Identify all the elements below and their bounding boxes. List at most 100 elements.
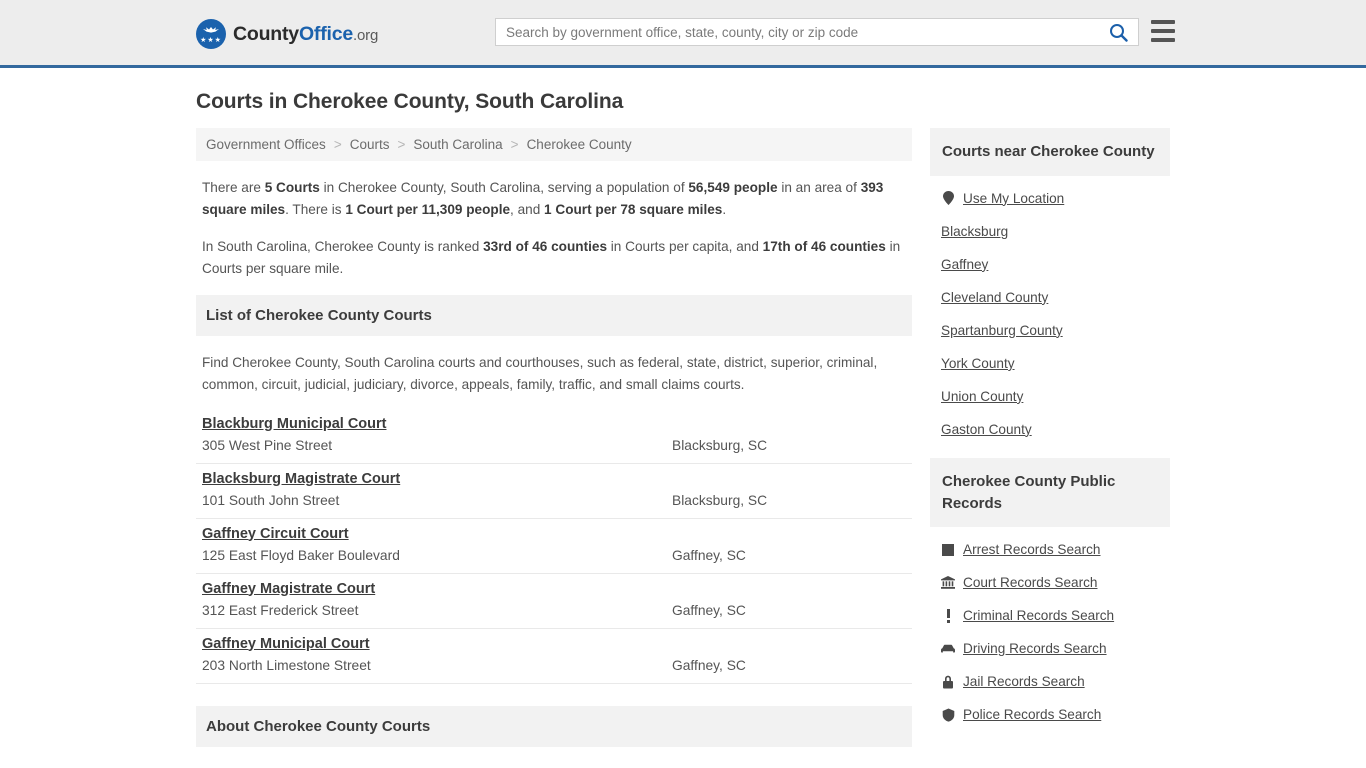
sidebar: Courts near Cherokee County Use My Locat… bbox=[930, 128, 1170, 731]
court-address: 101 South John Street bbox=[202, 492, 340, 508]
stats-text: In South Carolina, Cherokee County is ra… bbox=[202, 238, 484, 254]
hamburger-bar-2 bbox=[1151, 29, 1175, 33]
stats-court-count: 5 Courts bbox=[264, 180, 320, 195]
sidebar-item-york-county[interactable]: York County bbox=[930, 347, 1170, 380]
sidebar-link-label[interactable]: Cleveland County bbox=[941, 290, 1048, 305]
sidebar-link-label[interactable]: Jail Records Search bbox=[963, 674, 1085, 689]
sidebar-item-union-county[interactable]: Union County bbox=[930, 380, 1170, 413]
public-records-list: Arrest Records Search Court Records Sear… bbox=[930, 527, 1170, 731]
stats-rank-per-area: 17th of 46 counties bbox=[762, 238, 886, 254]
county-statistics: There are 5 Courts in Cherokee County, S… bbox=[202, 177, 912, 281]
exclamation-icon bbox=[941, 608, 955, 623]
car-icon bbox=[941, 642, 955, 656]
sidebar-link-label[interactable]: Arrest Records Search bbox=[963, 542, 1101, 557]
court-list-item[interactable]: Gaffney Circuit Court 125 East Floyd Bak… bbox=[196, 519, 912, 574]
sidebar-link-label[interactable]: Police Records Search bbox=[963, 707, 1101, 722]
logo-text-county: County bbox=[233, 22, 299, 45]
search-button[interactable] bbox=[1098, 19, 1138, 45]
breadcrumb-separator: > bbox=[397, 137, 406, 152]
stats-paragraph-1: There are 5 Courts in Cherokee County, S… bbox=[202, 177, 912, 222]
hamburger-menu-icon[interactable] bbox=[1151, 20, 1175, 42]
court-city: Blacksburg, SC bbox=[672, 492, 768, 508]
stats-text: in Courts per capita, and bbox=[607, 238, 763, 254]
sidebar-item-use-my-location[interactable]: Use My Location bbox=[930, 182, 1170, 215]
court-list-item[interactable]: Gaffney Municipal Court 203 North Limest… bbox=[196, 629, 912, 684]
site-logo[interactable]: ★★★ CountyOffice.org bbox=[196, 19, 378, 49]
police-badge-icon bbox=[941, 708, 955, 722]
sidebar-link-label[interactable]: York County bbox=[941, 356, 1015, 371]
stats-text: There are bbox=[202, 180, 265, 195]
court-detail: 203 North Limestone Street Gaffney, SC bbox=[202, 658, 912, 673]
court-list-item[interactable]: Blackburg Municipal Court 305 West Pine … bbox=[196, 409, 912, 464]
sidebar-item-court-records[interactable]: Court Records Search bbox=[930, 566, 1170, 599]
court-list-item[interactable]: Gaffney Magistrate Court 312 East Freder… bbox=[196, 574, 912, 629]
court-address: 312 East Frederick Street bbox=[202, 602, 359, 618]
sidebar-link-label[interactable]: Driving Records Search bbox=[963, 641, 1107, 656]
court-detail: 312 East Frederick Street Gaffney, SC bbox=[202, 603, 912, 618]
court-name-link[interactable]: Gaffney Circuit Court bbox=[202, 526, 349, 542]
sidebar-item-arrest-records[interactable]: Arrest Records Search bbox=[930, 533, 1170, 566]
main-column: Government Offices > Courts > South Caro… bbox=[196, 128, 912, 747]
court-detail: 125 East Floyd Baker Boulevard Gaffney, … bbox=[202, 548, 912, 563]
logo-text-office: Office bbox=[298, 22, 354, 45]
sidebar-item-gaston-county[interactable]: Gaston County bbox=[930, 413, 1170, 446]
site-header: ★★★ CountyOffice.org bbox=[0, 0, 1366, 68]
list-section-heading: List of Cherokee County Courts bbox=[196, 294, 912, 336]
hamburger-bar-3 bbox=[1151, 38, 1175, 42]
breadcrumb-item-cherokee-county[interactable]: Cherokee County bbox=[527, 137, 632, 152]
nearby-courts-heading: Courts near Cherokee County bbox=[930, 128, 1170, 176]
sidebar-link-label[interactable]: Union County bbox=[941, 389, 1023, 404]
breadcrumb-item-courts[interactable]: Courts bbox=[350, 137, 390, 152]
list-section-description: Find Cherokee County, South Carolina cou… bbox=[202, 354, 878, 393]
stats-text: in Cherokee County, South Carolina, serv… bbox=[319, 180, 689, 195]
court-name-link[interactable]: Gaffney Municipal Court bbox=[202, 636, 370, 652]
sidebar-link-label[interactable]: Use My Location bbox=[963, 191, 1064, 206]
sidebar-item-spartanburg-county[interactable]: Spartanburg County bbox=[930, 314, 1170, 347]
stats-text: . bbox=[722, 202, 727, 218]
sidebar-link-label[interactable]: Blacksburg bbox=[941, 224, 1008, 239]
sidebar-item-gaffney[interactable]: Gaffney bbox=[930, 248, 1170, 281]
sidebar-item-blacksburg[interactable]: Blacksburg bbox=[930, 215, 1170, 248]
court-name-link[interactable]: Blackburg Municipal Court bbox=[202, 416, 387, 432]
court-detail: 101 South John Street Blacksburg, SC bbox=[202, 493, 912, 508]
breadcrumb-item-government-offices[interactable]: Government Offices bbox=[206, 137, 326, 152]
stats-per-capita: 1 Court per 11,309 people bbox=[345, 202, 511, 218]
sidebar-item-police-records[interactable]: Police Records Search bbox=[930, 698, 1170, 731]
court-address: 125 East Floyd Baker Boulevard bbox=[202, 547, 400, 563]
breadcrumb: Government Offices > Courts > South Caro… bbox=[196, 128, 912, 161]
stats-text: , and bbox=[510, 202, 545, 218]
logo-text-org: .org bbox=[353, 26, 379, 44]
sidebar-item-cleveland-county[interactable]: Cleveland County bbox=[930, 281, 1170, 314]
sidebar-item-criminal-records[interactable]: Criminal Records Search bbox=[930, 599, 1170, 632]
stats-rank-per-capita: 33rd of 46 counties bbox=[483, 238, 607, 254]
court-address: 203 North Limestone Street bbox=[202, 657, 371, 673]
stats-text: . There is bbox=[285, 202, 346, 218]
sidebar-link-label[interactable]: Criminal Records Search bbox=[963, 608, 1114, 623]
court-name-link[interactable]: Gaffney Magistrate Court bbox=[202, 581, 375, 597]
map-pin-icon bbox=[941, 191, 955, 206]
court-detail: 305 West Pine Street Blacksburg, SC bbox=[202, 438, 912, 453]
court-city: Gaffney, SC bbox=[672, 657, 746, 673]
stars-glyph: ★★★ bbox=[200, 37, 222, 44]
page-body: Courts in Cherokee County, South Carolin… bbox=[0, 90, 1366, 747]
courthouse-icon bbox=[941, 576, 955, 590]
sidebar-link-label[interactable]: Court Records Search bbox=[963, 575, 1097, 590]
stats-text: in an area of bbox=[777, 180, 861, 195]
eagle-seal-icon: ★★★ bbox=[196, 19, 226, 49]
sidebar-link-label[interactable]: Spartanburg County bbox=[941, 323, 1063, 338]
search-input[interactable] bbox=[496, 19, 1098, 45]
court-list: Blackburg Municipal Court 305 West Pine … bbox=[196, 409, 912, 684]
nearby-courts-list: Use My Location Blacksburg Gaffney Cleve… bbox=[930, 176, 1170, 446]
sidebar-link-label[interactable]: Gaffney bbox=[941, 257, 988, 272]
court-name-link[interactable]: Blacksburg Magistrate Court bbox=[202, 471, 400, 487]
court-city: Gaffney, SC bbox=[672, 602, 746, 618]
search-icon bbox=[1109, 23, 1128, 42]
sidebar-item-driving-records[interactable]: Driving Records Search bbox=[930, 632, 1170, 665]
sidebar-item-jail-records[interactable]: Jail Records Search bbox=[930, 665, 1170, 698]
search-bar[interactable] bbox=[495, 18, 1139, 46]
sidebar-link-label[interactable]: Gaston County bbox=[941, 422, 1032, 437]
court-list-item[interactable]: Blacksburg Magistrate Court 101 South Jo… bbox=[196, 464, 912, 519]
stats-per-area: 1 Court per 78 square miles bbox=[544, 202, 723, 218]
lock-icon bbox=[941, 675, 955, 689]
breadcrumb-item-south-carolina[interactable]: South Carolina bbox=[413, 137, 502, 152]
